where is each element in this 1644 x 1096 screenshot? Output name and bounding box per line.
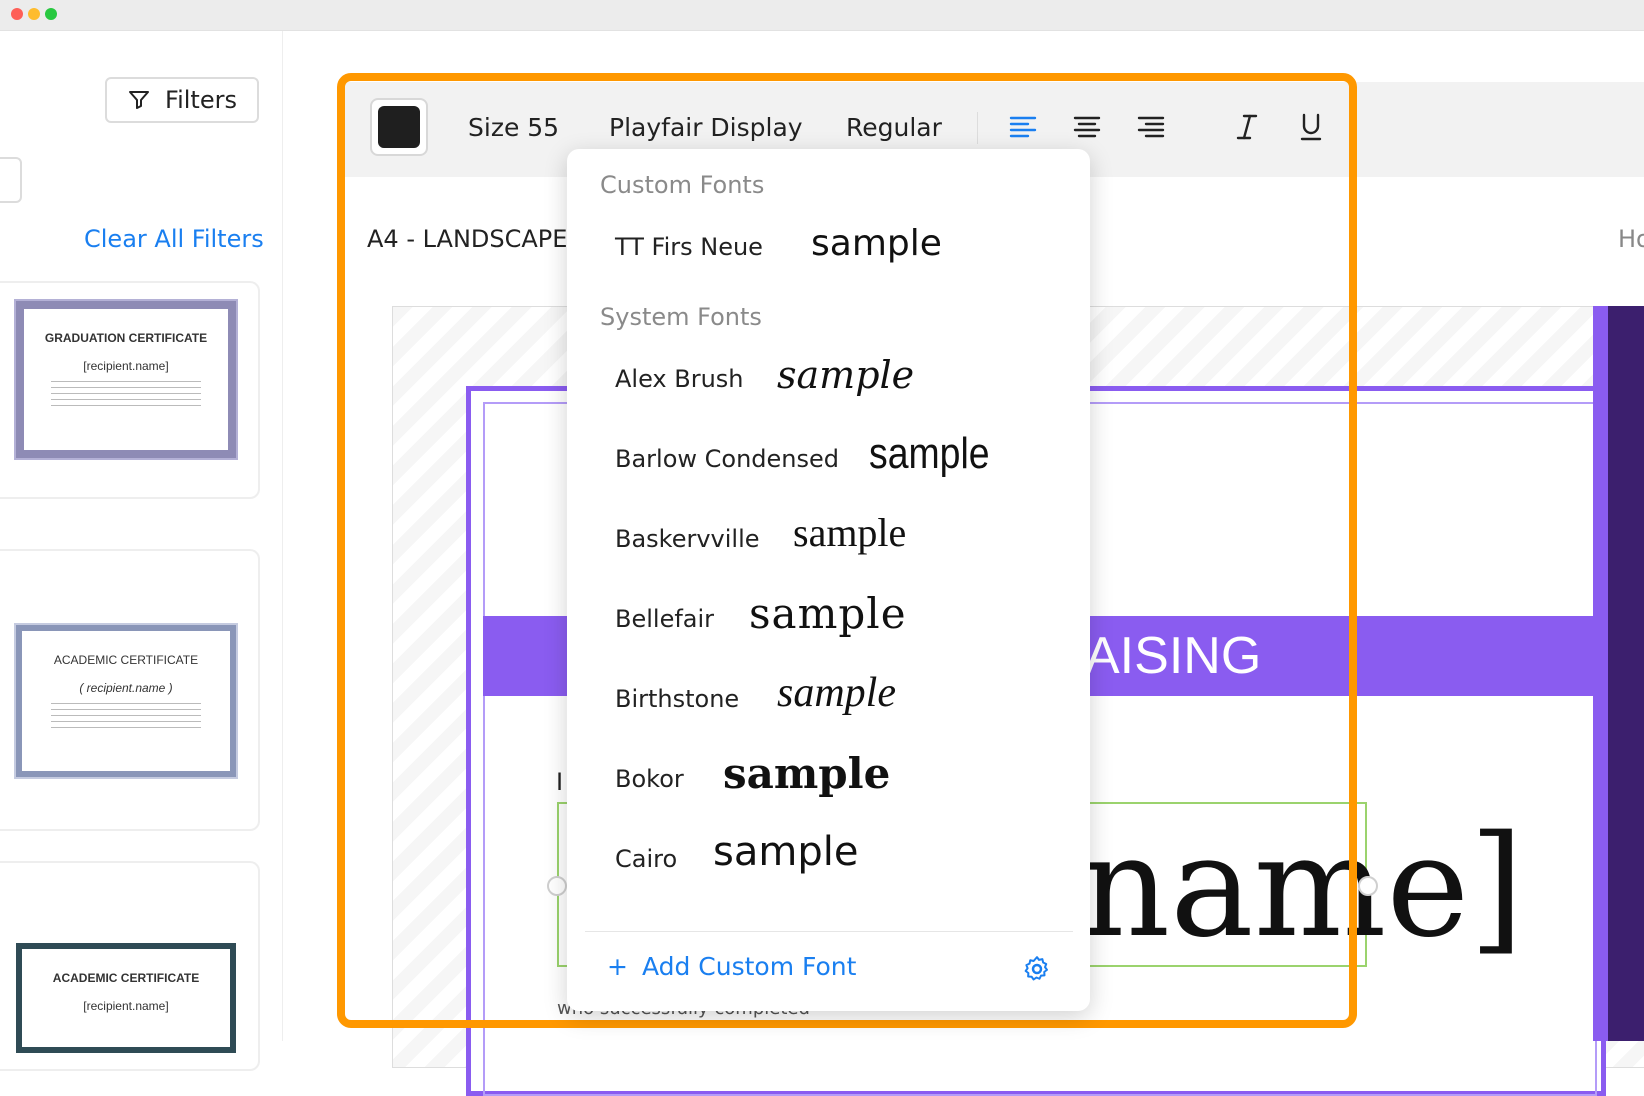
template-body-lines bbox=[51, 381, 201, 407]
font-option-name: Cairo bbox=[615, 845, 678, 873]
filters-button[interactable]: Filters bbox=[105, 77, 259, 123]
template-title: ACADEMIC CERTIFICATE bbox=[52, 971, 200, 985]
gear-icon[interactable] bbox=[1022, 954, 1052, 984]
add-custom-font-button[interactable]: + Add Custom Font bbox=[607, 952, 856, 981]
system-fonts-header: System Fonts bbox=[600, 303, 762, 331]
font-option-name: Bellefair bbox=[615, 605, 715, 633]
template-title: ACADEMIC CERTIFICATE bbox=[53, 653, 199, 667]
template-recipient: [recipient.name] bbox=[83, 999, 169, 1013]
font-option-name: TT Firs Neue bbox=[615, 233, 763, 261]
clear-all-filters-link[interactable]: Clear All Filters bbox=[84, 225, 264, 253]
template-thumbnail-graduation[interactable]: GRADUATION CERTIFICATE [recipient.name] bbox=[14, 299, 238, 460]
maximize-window-button[interactable] bbox=[45, 8, 57, 20]
add-custom-font-label: Add Custom Font bbox=[641, 952, 857, 981]
close-window-button[interactable] bbox=[11, 8, 23, 20]
certificate-side-band-dark bbox=[1608, 306, 1644, 1041]
dropdown-divider bbox=[585, 931, 1073, 932]
template-title: GRADUATION CERTIFICATE bbox=[44, 331, 208, 345]
canvas-right-label: Ho bbox=[1618, 225, 1644, 253]
font-option-name: Barlow Condensed bbox=[615, 445, 840, 473]
font-sample: sample bbox=[869, 429, 990, 478]
template-body-lines bbox=[51, 703, 201, 729]
filters-label: Filters bbox=[165, 86, 237, 114]
font-option-barlow-condensed[interactable]: Barlow Condensed sample bbox=[587, 429, 1067, 489]
font-sample: sample bbox=[749, 589, 907, 638]
font-option-alex-brush[interactable]: Alex Brush sample bbox=[587, 349, 1067, 409]
font-option-baskervville[interactable]: Baskervville sample bbox=[587, 509, 1067, 569]
sidebar-collapse-handle[interactable] bbox=[0, 157, 22, 203]
window-titlebar bbox=[0, 0, 1644, 31]
font-sample: sample bbox=[723, 749, 891, 798]
font-option-cairo[interactable]: Cairo sample bbox=[587, 829, 1067, 889]
custom-fonts-header: Custom Fonts bbox=[600, 171, 765, 199]
minimize-window-button[interactable] bbox=[28, 8, 40, 20]
font-option-tt-firs-neue[interactable]: TT Firs Neue sample bbox=[587, 219, 1067, 279]
template-sidebar: Filters Clear All Filters GRADUATION CER… bbox=[0, 31, 283, 1071]
font-option-name: Baskervville bbox=[615, 525, 760, 553]
font-sample: sample bbox=[811, 223, 942, 264]
template-thumbnail-academic[interactable]: ACADEMIC CERTIFICATE ( recipient.name ) bbox=[14, 623, 238, 779]
template-recipient: [recipient.name] bbox=[83, 359, 169, 373]
font-sample: sample bbox=[793, 510, 907, 555]
filter-icon bbox=[129, 91, 150, 109]
font-option-name: Birthstone bbox=[615, 685, 740, 713]
font-option-name: Alex Brush bbox=[615, 365, 744, 393]
font-option-birthstone[interactable]: Birthstone sample bbox=[587, 669, 1067, 729]
font-option-bellefair[interactable]: Bellefair sample bbox=[587, 589, 1067, 649]
font-option-bokor[interactable]: Bokor sample bbox=[587, 749, 1067, 809]
font-sample: sample bbox=[713, 829, 859, 875]
font-sample: sample bbox=[777, 670, 896, 716]
font-option-name: Bokor bbox=[615, 765, 684, 793]
template-recipient: ( recipient.name ) bbox=[79, 681, 173, 695]
template-thumbnail-academic-dark[interactable]: ACADEMIC CERTIFICATE [recipient.name] bbox=[16, 943, 236, 1053]
plus-icon: + bbox=[607, 952, 628, 981]
font-sample: sample bbox=[777, 353, 915, 397]
resize-handle-right[interactable] bbox=[1358, 876, 1378, 896]
font-family-dropdown: Custom Fonts TT Firs Neue sample System … bbox=[567, 149, 1090, 1011]
